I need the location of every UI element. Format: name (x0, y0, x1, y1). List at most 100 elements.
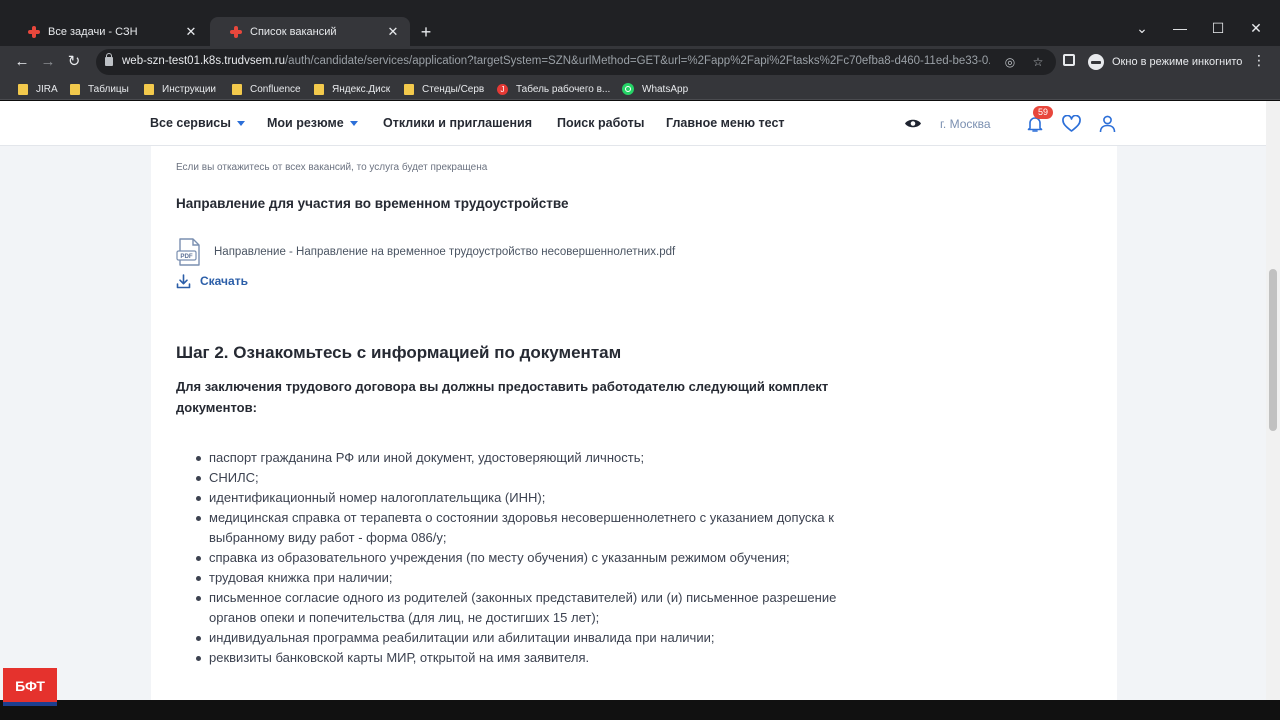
section-title: Направление для участия во временном тру… (176, 196, 569, 211)
bft-logo: БФТ (3, 668, 57, 706)
minimize-button[interactable]: — (1170, 20, 1190, 36)
list-item-text: СНИЛС; (209, 470, 259, 485)
bookmark-jira[interactable]: JIRA (18, 81, 58, 97)
bullet (196, 456, 201, 461)
nav-my-resumes[interactable]: Мои резюме (267, 116, 358, 130)
list-item-text: справка из образовательного учреждения (… (209, 550, 790, 565)
documents-list: паспорт гражданина РФ или иной документ,… (176, 448, 876, 668)
pdf-file-icon: PDF (176, 238, 200, 266)
web-page: Все сервисы Мои резюме Отклики и приглаш… (0, 101, 1280, 700)
heart-icon[interactable] (1062, 115, 1081, 133)
bookmark-label: Яндекс.Диск (332, 83, 391, 95)
folder-icon (18, 83, 28, 95)
nav-main-menu-test[interactable]: Главное меню тест (666, 116, 785, 130)
tab-title: Список вакансий (250, 25, 337, 38)
nav-all-services[interactable]: Все сервисы (150, 116, 245, 130)
tab-all-tasks[interactable]: Все задачи - СЗН ✕ (8, 17, 208, 46)
browser-menu-icon[interactable]: ⋮ (1252, 52, 1266, 69)
site-favicon-icon (230, 25, 242, 38)
bookmark-yandex-disk[interactable]: Яндекс.Диск (314, 81, 390, 97)
list-item-text: идентификационный номер налогоплательщик… (209, 490, 546, 505)
chevron-down-icon (236, 121, 245, 126)
service-note: Если вы откажитесь от всех вакансий, то … (176, 162, 488, 173)
j-icon: J (497, 83, 508, 95)
list-item: паспорт гражданина РФ или иной документ,… (176, 448, 876, 468)
folder-icon (70, 83, 80, 95)
url-path: /auth/candidate/services/application?tar… (284, 55, 990, 67)
close-icon[interactable]: ✕ (386, 24, 400, 40)
forward-arrow-icon[interactable]: → (38, 52, 58, 72)
back-arrow-icon[interactable]: ← (12, 52, 32, 72)
list-item: справка из образовательного учреждения (… (176, 548, 876, 568)
documents-intro: Для заключения трудового договора вы дол… (176, 379, 829, 415)
list-item: медицинская справка от терапевта о состо… (176, 508, 876, 548)
star-icon[interactable]: ☆ (1030, 55, 1046, 69)
new-tab-button[interactable]: + (416, 22, 436, 42)
city-selector[interactable]: г. Москва (940, 117, 991, 131)
bookmark-label: Инструкции (162, 83, 217, 95)
list-item: индивидуальная программа реабилитации ил… (176, 628, 876, 648)
browser-tab-bar: Все задачи - СЗН ✕ Список вакансий ✕ + ⌄… (0, 0, 1280, 46)
incognito-indicator[interactable]: Окно в режиме инкогнито (1088, 51, 1242, 73)
bookmark-label: Confluence (250, 83, 301, 95)
list-item-text: медицинская справка от терапевта о состо… (209, 510, 834, 545)
list-item-text: паспорт гражданина РФ или иной документ,… (209, 450, 645, 465)
lock-icon (105, 53, 113, 66)
whatsapp-icon (622, 83, 634, 95)
close-window-button[interactable]: ✕ (1246, 20, 1266, 37)
bullet (196, 636, 201, 641)
tab-search-icon[interactable]: ⌄ (1132, 20, 1152, 37)
list-item: СНИЛС; (176, 468, 876, 488)
nav-label: Все сервисы (150, 116, 231, 130)
eye-icon[interactable] (904, 118, 922, 129)
list-item: письменное согласие одного из родителей … (176, 588, 876, 628)
nav-label: Мои резюме (267, 116, 344, 130)
bookmark-confluence[interactable]: Confluence (232, 81, 301, 97)
chevron-down-icon (349, 121, 358, 126)
address-bar[interactable]: web-szn-test01.k8s.trudvsem.ru/auth/cand… (96, 49, 1056, 75)
bullet (196, 496, 201, 501)
bookmark-label: Стенды/Серв (422, 83, 485, 95)
nav-responses[interactable]: Отклики и приглашения (383, 116, 532, 130)
bookmark-label: JIRA (36, 83, 58, 95)
tab-vacancies[interactable]: Список вакансий ✕ (210, 17, 410, 46)
bookmark-timesheet[interactable]: J Табель рабочего в... (497, 81, 610, 97)
user-icon[interactable] (1099, 115, 1116, 133)
pdf-icon-label: PDF (180, 253, 193, 260)
url-text[interactable]: web-szn-test01.k8s.trudvsem.ru/auth/cand… (122, 55, 990, 67)
download-button[interactable]: Скачать (176, 273, 248, 289)
list-item: идентификационный номер налогоплательщик… (176, 488, 876, 508)
folder-icon (404, 83, 414, 95)
scrollbar-thumb[interactable] (1269, 269, 1277, 431)
bullet (196, 576, 201, 581)
side-panel-icon[interactable] (1063, 54, 1075, 66)
bullet (196, 476, 201, 481)
content-card: Если вы откажитесь от всех вакансий, то … (151, 146, 1117, 700)
bookmark-tables[interactable]: Таблицы (70, 81, 129, 97)
bullet (196, 596, 201, 601)
eye-off-icon[interactable]: ◎ (1002, 55, 1018, 69)
bullet (196, 516, 201, 521)
download-icon (176, 273, 191, 288)
reload-icon[interactable]: ↻ (64, 52, 84, 72)
close-icon[interactable]: ✕ (184, 24, 198, 40)
bookmark-label: WhatsApp (642, 83, 689, 95)
attached-file[interactable]: PDF Направление - Направление на временн… (176, 238, 675, 266)
nav-job-search[interactable]: Поиск работы (557, 116, 644, 130)
file-name[interactable]: Направление - Направление на временное т… (214, 246, 675, 258)
bookmark-instructions[interactable]: Инструкции (144, 81, 216, 97)
download-label: Скачать (200, 274, 248, 288)
notifications-badge: 59 (1033, 106, 1053, 119)
bookmark-whatsapp[interactable]: WhatsApp (622, 81, 688, 97)
bookmark-stands[interactable]: Стенды/Серв (404, 81, 484, 97)
browser-toolbar: ← → ↻ web-szn-test01.k8s.trudvsem.ru/aut… (0, 46, 1280, 78)
bookmark-label: Таблицы (88, 83, 129, 95)
incognito-icon (1088, 54, 1104, 70)
tab-title: Все задачи - СЗН (48, 25, 138, 38)
step-title: Шаг 2. Ознакомьтесь с информацией по док… (176, 343, 622, 362)
list-item-text: реквизиты банковской карты МИР, открытой… (209, 650, 590, 665)
list-item-text: индивидуальная программа реабилитации ил… (209, 630, 715, 645)
maximize-button[interactable]: ☐ (1208, 20, 1228, 37)
list-item: реквизиты банковской карты МИР, открытой… (176, 648, 876, 668)
page-scrollbar[interactable] (1266, 101, 1280, 700)
